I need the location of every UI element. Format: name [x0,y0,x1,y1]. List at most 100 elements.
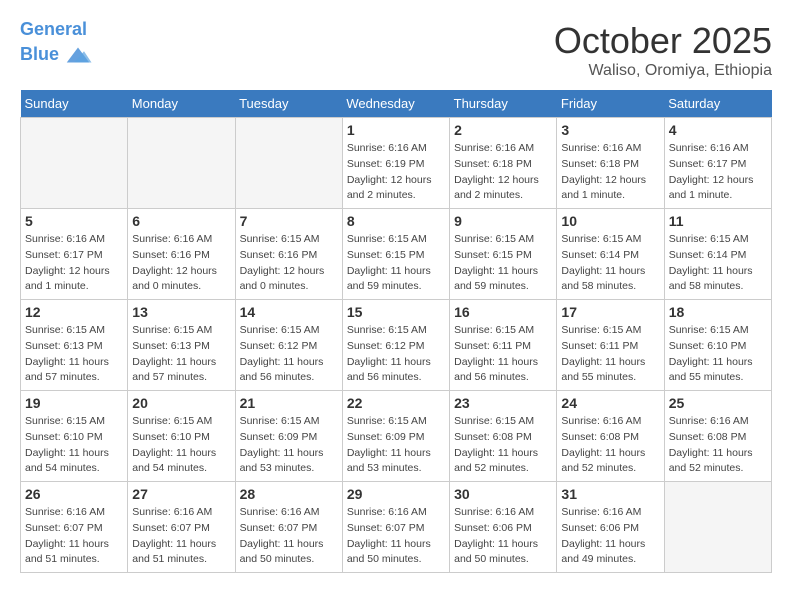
day-info: Sunrise: 6:15 AMSunset: 6:15 PMDaylight:… [347,232,445,295]
day-info: Sunrise: 6:16 AMSunset: 6:18 PMDaylight:… [561,141,659,204]
calendar-cell: 7 Sunrise: 6:15 AMSunset: 6:16 PMDaylight… [235,209,342,300]
logo: General Blue [20,20,93,70]
day-info: Sunrise: 6:15 AMSunset: 6:10 PMDaylight:… [132,414,230,477]
calendar-cell: 22 Sunrise: 6:15 AMSunset: 6:09 PMDayligh… [342,391,449,482]
day-number: 22 [347,395,445,411]
calendar-cell: 19 Sunrise: 6:15 AMSunset: 6:10 PMDayligh… [21,391,128,482]
calendar-cell: 17 Sunrise: 6:15 AMSunset: 6:11 PMDayligh… [557,300,664,391]
day-info: Sunrise: 6:15 AMSunset: 6:13 PMDaylight:… [132,323,230,386]
day-number: 17 [561,304,659,320]
day-number: 5 [25,213,123,229]
day-info: Sunrise: 6:16 AMSunset: 6:08 PMDaylight:… [669,414,767,477]
day-number: 13 [132,304,230,320]
month-title: October 2025 [554,20,772,62]
calendar-cell: 24 Sunrise: 6:16 AMSunset: 6:08 PMDayligh… [557,391,664,482]
day-info: Sunrise: 6:16 AMSunset: 6:08 PMDaylight:… [561,414,659,477]
day-number: 29 [347,486,445,502]
calendar-cell: 8 Sunrise: 6:15 AMSunset: 6:15 PMDaylight… [342,209,449,300]
day-of-week-header: Wednesday [342,90,449,118]
calendar-table: SundayMondayTuesdayWednesdayThursdayFrid… [20,90,772,573]
day-info: Sunrise: 6:16 AMSunset: 6:19 PMDaylight:… [347,141,445,204]
day-number: 2 [454,122,552,138]
title-block: October 2025 Waliso, Oromiya, Ethiopia [554,20,772,80]
calendar-cell: 1 Sunrise: 6:16 AMSunset: 6:19 PMDaylight… [342,118,449,209]
day-info: Sunrise: 6:15 AMSunset: 6:08 PMDaylight:… [454,414,552,477]
day-number: 3 [561,122,659,138]
day-info: Sunrise: 6:15 AMSunset: 6:14 PMDaylight:… [669,232,767,295]
day-info: Sunrise: 6:15 AMSunset: 6:13 PMDaylight:… [25,323,123,386]
calendar-cell: 28 Sunrise: 6:16 AMSunset: 6:07 PMDayligh… [235,482,342,573]
calendar-cell: 14 Sunrise: 6:15 AMSunset: 6:12 PMDayligh… [235,300,342,391]
day-number: 19 [25,395,123,411]
calendar-cell: 4 Sunrise: 6:16 AMSunset: 6:17 PMDaylight… [664,118,771,209]
day-number: 1 [347,122,445,138]
calendar-cell: 12 Sunrise: 6:15 AMSunset: 6:13 PMDayligh… [21,300,128,391]
calendar-cell: 13 Sunrise: 6:15 AMSunset: 6:13 PMDayligh… [128,300,235,391]
logo-text: General [20,20,93,40]
day-info: Sunrise: 6:15 AMSunset: 6:14 PMDaylight:… [561,232,659,295]
day-info: Sunrise: 6:16 AMSunset: 6:07 PMDaylight:… [240,505,338,568]
day-number: 24 [561,395,659,411]
calendar-cell: 18 Sunrise: 6:15 AMSunset: 6:10 PMDayligh… [664,300,771,391]
day-number: 20 [132,395,230,411]
day-info: Sunrise: 6:15 AMSunset: 6:09 PMDaylight:… [240,414,338,477]
day-info: Sunrise: 6:15 AMSunset: 6:09 PMDaylight:… [347,414,445,477]
day-number: 25 [669,395,767,411]
calendar-cell [235,118,342,209]
day-number: 15 [347,304,445,320]
day-number: 12 [25,304,123,320]
day-info: Sunrise: 6:15 AMSunset: 6:10 PMDaylight:… [669,323,767,386]
day-number: 10 [561,213,659,229]
calendar-cell: 31Sunrise: 6:16 AMSunset: 6:06 PMDayligh… [557,482,664,573]
day-number: 14 [240,304,338,320]
day-number: 6 [132,213,230,229]
day-number: 18 [669,304,767,320]
day-info: Sunrise: 6:15 AMSunset: 6:15 PMDaylight:… [454,232,552,295]
calendar-cell: 25 Sunrise: 6:16 AMSunset: 6:08 PMDayligh… [664,391,771,482]
day-info: Sunrise: 6:15 AMSunset: 6:12 PMDaylight:… [240,323,338,386]
calendar-cell: 10 Sunrise: 6:15 AMSunset: 6:14 PMDayligh… [557,209,664,300]
day-number: 9 [454,213,552,229]
calendar-cell: 15Sunrise: 6:15 AMSunset: 6:12 PMDayligh… [342,300,449,391]
day-of-week-header: Thursday [450,90,557,118]
day-info: Sunrise: 6:15 AMSunset: 6:16 PMDaylight:… [240,232,338,295]
calendar-cell: 16Sunrise: 6:15 AMSunset: 6:11 PMDayligh… [450,300,557,391]
day-info: Sunrise: 6:15 AMSunset: 6:10 PMDaylight:… [25,414,123,477]
calendar-cell: 2Sunrise: 6:16 AMSunset: 6:18 PMDaylight… [450,118,557,209]
day-of-week-header: Sunday [21,90,128,118]
day-info: Sunrise: 6:15 AMSunset: 6:11 PMDaylight:… [454,323,552,386]
calendar-cell: 27 Sunrise: 6:16 AMSunset: 6:07 PMDayligh… [128,482,235,573]
logo-text2: Blue [20,40,93,70]
day-number: 4 [669,122,767,138]
calendar-cell: 23 Sunrise: 6:15 AMSunset: 6:08 PMDayligh… [450,391,557,482]
day-info: Sunrise: 6:16 AMSunset: 6:17 PMDaylight:… [669,141,767,204]
day-info: Sunrise: 6:16 AMSunset: 6:06 PMDaylight:… [454,505,552,568]
day-number: 7 [240,213,338,229]
calendar-cell: 21 Sunrise: 6:15 AMSunset: 6:09 PMDayligh… [235,391,342,482]
day-info: Sunrise: 6:16 AMSunset: 6:16 PMDaylight:… [132,232,230,295]
day-info: Sunrise: 6:16 AMSunset: 6:07 PMDaylight:… [347,505,445,568]
calendar-cell: 29 Sunrise: 6:16 AMSunset: 6:07 PMDayligh… [342,482,449,573]
day-number: 27 [132,486,230,502]
day-number: 21 [240,395,338,411]
day-number: 11 [669,213,767,229]
calendar-cell [128,118,235,209]
day-number: 8 [347,213,445,229]
calendar-cell [664,482,771,573]
day-info: Sunrise: 6:16 AMSunset: 6:07 PMDaylight:… [25,505,123,568]
day-number: 31 [561,486,659,502]
day-number: 30 [454,486,552,502]
day-of-week-header: Friday [557,90,664,118]
calendar-cell: 6 Sunrise: 6:16 AMSunset: 6:16 PMDaylight… [128,209,235,300]
day-number: 26 [25,486,123,502]
day-info: Sunrise: 6:16 AMSunset: 6:07 PMDaylight:… [132,505,230,568]
day-of-week-header: Monday [128,90,235,118]
day-number: 23 [454,395,552,411]
page-header: General Blue October 2025 Waliso, Oromiy… [20,20,772,80]
location-subtitle: Waliso, Oromiya, Ethiopia [554,62,772,80]
day-info: Sunrise: 6:15 AMSunset: 6:11 PMDaylight:… [561,323,659,386]
day-info: Sunrise: 6:16 AMSunset: 6:17 PMDaylight:… [25,232,123,295]
calendar-cell: 30 Sunrise: 6:16 AMSunset: 6:06 PMDayligh… [450,482,557,573]
day-of-week-header: Saturday [664,90,771,118]
day-number: 28 [240,486,338,502]
